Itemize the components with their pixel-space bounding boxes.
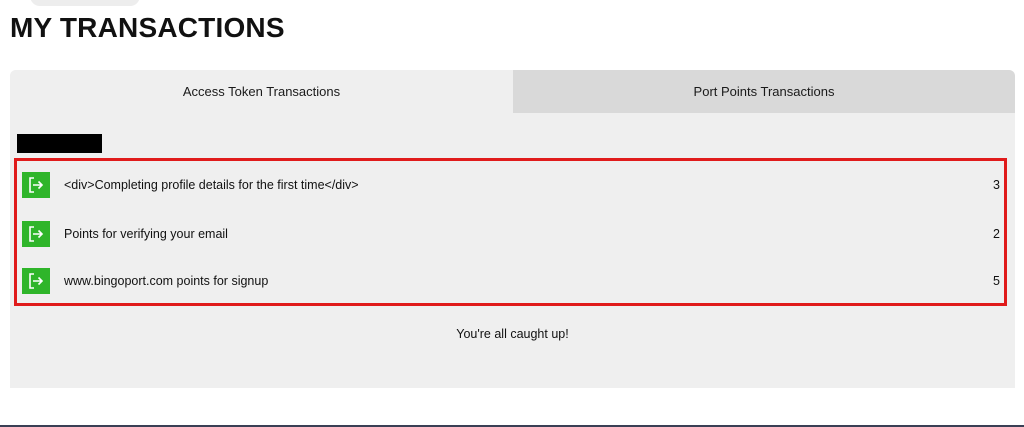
transaction-row: <div>Completing profile details for the … [22, 172, 1002, 198]
transaction-points: 5 [993, 274, 1000, 288]
transactions-panel: Access Token Transactions Port Points Tr… [10, 70, 1015, 388]
caught-up-message: You're all caught up! [456, 327, 569, 341]
transaction-description: Points for verifying your email [64, 227, 228, 241]
sign-out-arrow-icon [22, 268, 50, 294]
transaction-row: Points for verifying your email 2 [22, 221, 1002, 247]
transaction-description: www.bingoport.com points for signup [64, 274, 269, 288]
transaction-list: <div>Completing profile details for the … [14, 158, 1007, 306]
transaction-points: 2 [993, 227, 1000, 241]
tab-access-token-transactions[interactable]: Access Token Transactions [10, 70, 513, 113]
transaction-points: 3 [993, 178, 1000, 192]
tab-port-points-transactions[interactable]: Port Points Transactions [513, 70, 1015, 113]
page-title: MY TRANSACTIONS [10, 12, 285, 43]
transaction-row: www.bingoport.com points for signup 5 [22, 268, 1002, 294]
transaction-tabs: Access Token Transactions Port Points Tr… [10, 70, 1015, 113]
sign-out-arrow-icon [22, 172, 50, 198]
redacted-label [17, 134, 102, 153]
transaction-description: <div>Completing profile details for the … [64, 178, 359, 192]
top-nav-pill [30, 0, 140, 6]
sign-out-arrow-icon [22, 221, 50, 247]
